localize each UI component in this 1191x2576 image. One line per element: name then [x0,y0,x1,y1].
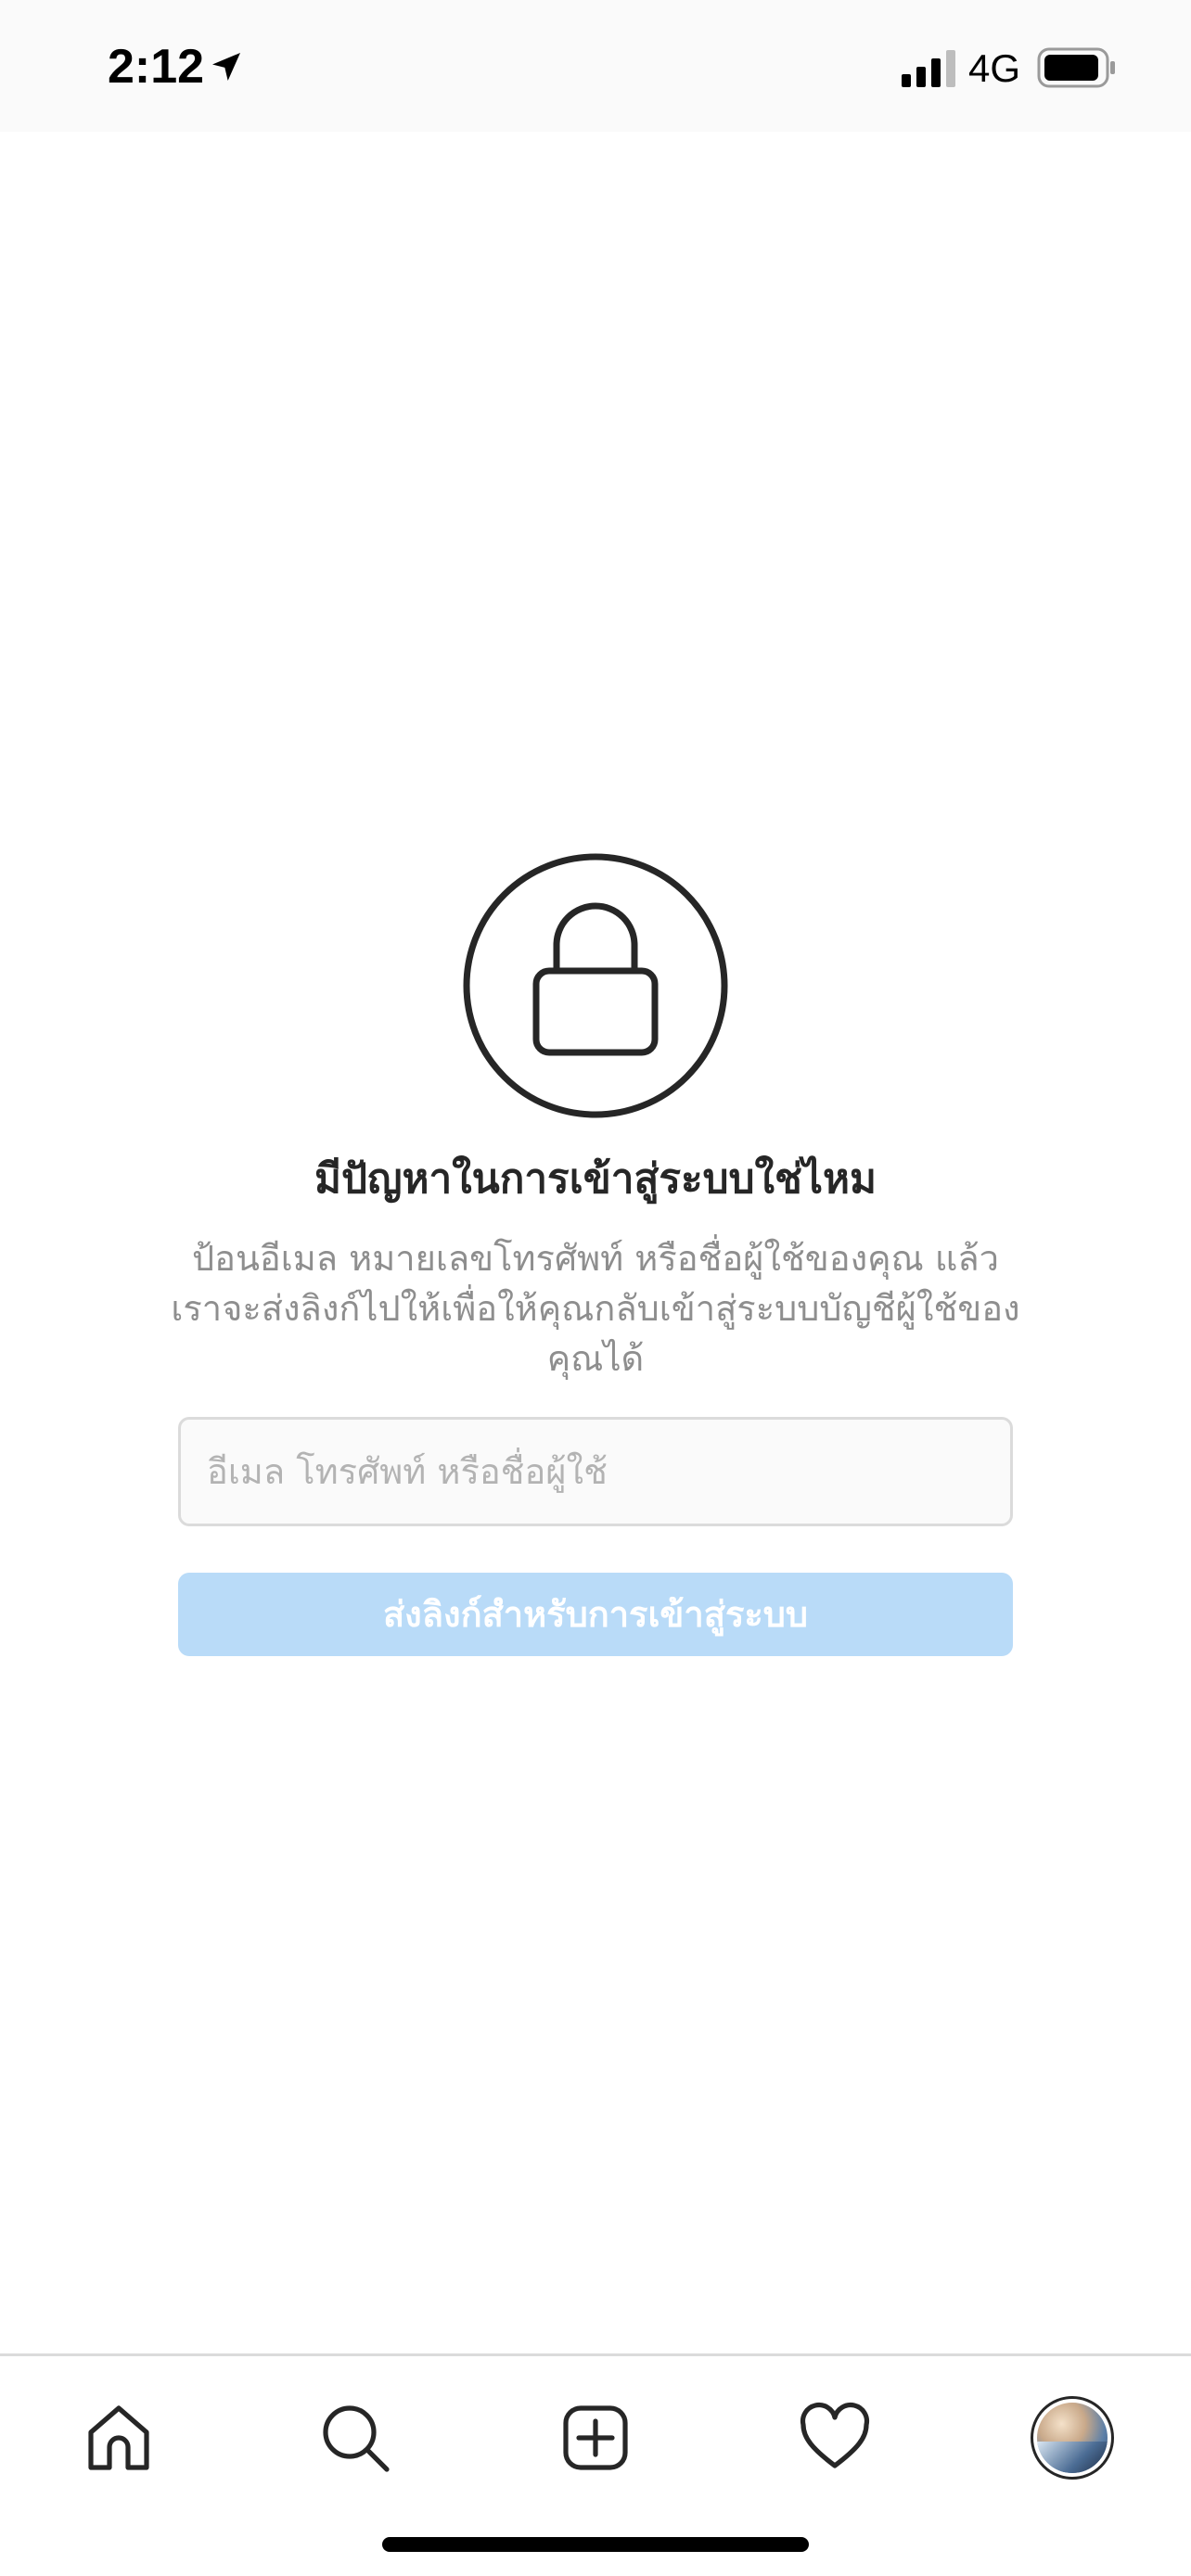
account-identifier-input[interactable] [181,1420,1010,1524]
tab-home[interactable] [72,2391,165,2484]
tab-new-post[interactable] [549,2391,642,2484]
network-type-label: 4G [968,46,1021,90]
lock-icon [463,853,728,1118]
home-indicator[interactable] [382,2537,809,2552]
tab-profile[interactable] [1026,2391,1119,2484]
location-arrow-icon [212,53,240,81]
home-icon [88,2405,149,2470]
profile-photo [1037,2403,1108,2473]
add-post-icon [563,2405,628,2470]
battery-icon [1037,47,1115,88]
status-bar: 2:12 4G [0,0,1191,132]
search-icon [323,2405,390,2472]
account-identifier-field[interactable] [178,1417,1013,1526]
cellular-signal-icon [902,50,955,87]
heart-icon [800,2402,870,2468]
status-time: 2:12 [108,40,205,94]
page-title: มีปัญหาในการเข้าสู่ระบบใช่ไหม [314,1155,877,1203]
avatar [1031,2396,1114,2480]
tab-activity[interactable] [788,2391,881,2484]
send-login-link-button[interactable]: ส่งลิงก์สำหรับการเข้าสู่ระบบ [178,1573,1013,1656]
instructions-text: ป้อนอีเมล หมายเลขโทรศัพท์ หรือชื่อผู้ใช้… [171,1238,1020,1379]
tab-search[interactable] [309,2391,402,2484]
